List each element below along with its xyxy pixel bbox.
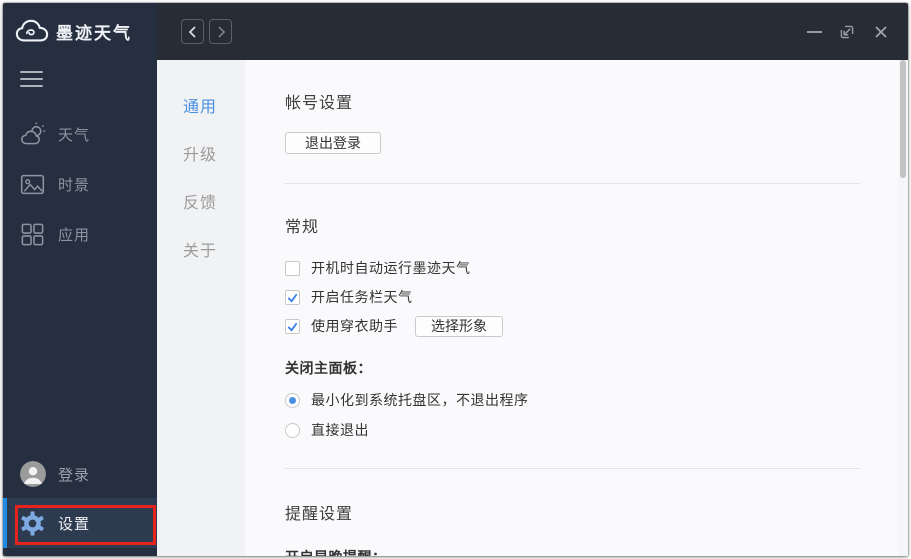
sidebar-item-label: 天气 xyxy=(58,126,91,144)
maximize-arrow-icon xyxy=(838,23,856,41)
chevron-right-icon xyxy=(214,24,228,40)
general-section-title: 常规 xyxy=(285,219,320,236)
autorun-checkbox[interactable] xyxy=(285,260,300,276)
grid-apps-icon xyxy=(19,221,46,248)
chevron-left-icon xyxy=(186,24,200,40)
taskbar-weather-checkbox[interactable] xyxy=(285,289,300,305)
settings-nav: 通用 升级 反馈 关于 xyxy=(157,60,245,556)
sidebar-item-weather[interactable]: 天气 xyxy=(3,109,157,159)
sidebar-item-settings[interactable]: 设置 xyxy=(3,498,173,548)
option-row-taskbar-weather: 开启任务栏天气 xyxy=(285,283,413,311)
sidebar-item-label: 时景 xyxy=(58,176,91,194)
exit-directly-radio[interactable] xyxy=(285,422,300,438)
sidebar-item-apps[interactable]: 应用 xyxy=(3,209,157,259)
sidebar-item-label: 应用 xyxy=(58,226,91,244)
section-divider xyxy=(285,183,860,184)
title-bar xyxy=(157,3,908,60)
avatar-icon xyxy=(19,461,46,488)
option-label: 最小化到系统托盘区，不退出程序 xyxy=(311,392,529,408)
settings-tab-general[interactable]: 通用 xyxy=(157,81,245,129)
minimize-to-tray-radio[interactable] xyxy=(285,392,300,408)
close-panel-label: 关闭主面板： xyxy=(285,360,372,376)
back-button[interactable] xyxy=(181,19,204,44)
check-icon xyxy=(287,322,298,332)
option-row-autorun: 开机时自动运行墨迹天气 xyxy=(285,254,471,282)
logout-button[interactable]: 退出登录 xyxy=(285,132,381,154)
account-section-title: 帐号设置 xyxy=(285,95,354,112)
scrollbar-thumb[interactable] xyxy=(900,60,906,178)
check-icon xyxy=(287,293,298,303)
app-title: 墨迹天气 xyxy=(56,23,132,43)
forward-button[interactable] xyxy=(209,19,232,44)
minimize-icon xyxy=(807,30,822,33)
sidebar-item-scenery[interactable]: 时景 xyxy=(3,159,157,209)
sidebar-nav: 天气 时景 应用 xyxy=(3,109,157,259)
sun-cloud-icon xyxy=(19,121,46,148)
sidebar: 墨迹天气 天气 时景 应用 登录 设置 xyxy=(3,3,173,556)
moji-cloud-logo-icon xyxy=(15,18,49,44)
sidebar-item-login[interactable]: 登录 xyxy=(3,449,173,499)
option-label: 使用穿衣助手 xyxy=(311,318,398,334)
option-row-exit-directly: 直接退出 xyxy=(285,416,369,444)
sidebar-item-label: 登录 xyxy=(58,466,91,484)
option-label: 开启任务栏天气 xyxy=(311,289,413,305)
maximize-button[interactable] xyxy=(838,23,856,41)
hamburger-menu-icon[interactable] xyxy=(20,71,43,87)
option-row-dress-assistant: 使用穿衣助手 选择形象 xyxy=(285,312,503,340)
morning-evening-reminder-label: 开启早晚提醒： xyxy=(285,547,387,556)
settings-tab-upgrade[interactable]: 升级 xyxy=(157,129,245,177)
section-divider xyxy=(285,468,860,469)
minimize-button[interactable] xyxy=(807,30,822,33)
gear-icon xyxy=(19,510,46,537)
dress-assistant-checkbox[interactable] xyxy=(285,318,300,334)
close-button[interactable] xyxy=(872,23,890,41)
option-label: 直接退出 xyxy=(311,422,369,438)
option-label: 开机时自动运行墨迹天气 xyxy=(311,260,471,276)
app-window: 墨迹天气 天气 时景 应用 登录 设置 通用 升级 反馈 关于 帐号设置 退出登… xyxy=(3,3,908,556)
picture-icon xyxy=(19,171,46,198)
scrollbar-track[interactable] xyxy=(898,60,908,556)
window-controls xyxy=(807,3,890,60)
settings-tab-feedback[interactable]: 反馈 xyxy=(157,177,245,225)
reminder-section-title: 提醒设置 xyxy=(285,506,354,523)
close-icon xyxy=(872,23,890,41)
active-indicator-bar xyxy=(3,498,7,548)
choose-figure-button[interactable]: 选择形象 xyxy=(415,315,503,337)
app-logo: 墨迹天气 xyxy=(15,18,132,44)
settings-tab-about[interactable]: 关于 xyxy=(157,225,245,273)
settings-content: 帐号设置 退出登录 常规 开机时自动运行墨迹天气 开启任务栏天气 使用穿衣助手 … xyxy=(245,60,908,556)
sidebar-item-label: 设置 xyxy=(58,515,91,533)
option-row-minimize-to-tray: 最小化到系统托盘区，不退出程序 xyxy=(285,386,529,414)
